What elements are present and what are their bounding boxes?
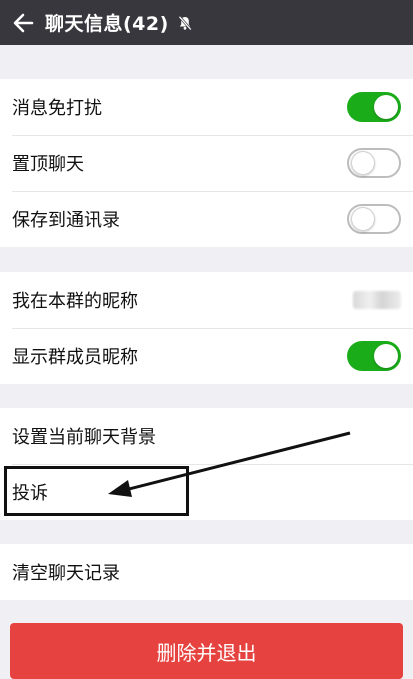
do-not-disturb-toggle[interactable] xyxy=(347,92,401,122)
settings-section-3: 设置当前聊天背景 投诉 xyxy=(0,408,413,520)
toggle-knob xyxy=(374,344,398,368)
save-to-contacts-label: 保存到通讯录 xyxy=(12,210,120,231)
row-do-not-disturb: 消息免打扰 xyxy=(0,79,413,135)
row-my-group-nickname[interactable]: 我在本群的昵称 xyxy=(0,272,413,328)
pin-chat-toggle[interactable] xyxy=(347,148,401,178)
title-bar: 聊天信息(42) xyxy=(0,0,413,45)
show-member-nicknames-label: 显示群成员昵称 xyxy=(12,347,138,368)
delete-and-exit-button[interactable]: 删除并退出 xyxy=(10,623,403,679)
settings-section-1: 消息免打扰 置顶聊天 保存到通讯录 xyxy=(0,79,413,247)
save-to-contacts-toggle[interactable] xyxy=(347,204,401,234)
row-clear-chat-history[interactable]: 清空聊天记录 xyxy=(0,544,413,600)
arrow-left-icon xyxy=(13,13,33,32)
show-member-nicknames-toggle[interactable] xyxy=(347,341,401,371)
set-chat-background-label: 设置当前聊天背景 xyxy=(12,427,156,448)
row-set-chat-background[interactable]: 设置当前聊天背景 xyxy=(0,408,413,464)
page-title: 聊天信息(42) xyxy=(45,13,169,35)
settings-section-2: 我在本群的昵称 显示群成员昵称 xyxy=(0,272,413,384)
row-pin-chat: 置顶聊天 xyxy=(0,135,413,191)
back-button[interactable] xyxy=(0,0,45,45)
row-show-member-nicknames: 显示群成员昵称 xyxy=(0,328,413,384)
my-group-nickname-label: 我在本群的昵称 xyxy=(12,291,138,312)
nickname-value-blurred xyxy=(353,291,401,309)
toggle-knob xyxy=(351,207,375,231)
pin-chat-label: 置顶聊天 xyxy=(12,154,84,175)
row-save-to-contacts: 保存到通讯录 xyxy=(0,191,413,247)
toggle-knob xyxy=(351,151,375,175)
toggle-knob xyxy=(374,95,398,119)
clear-chat-history-label: 清空聊天记录 xyxy=(12,563,120,584)
bell-off-icon xyxy=(178,15,192,30)
row-complaint[interactable]: 投诉 xyxy=(0,464,413,520)
complaint-label: 投诉 xyxy=(12,483,48,504)
title-group: 聊天信息(42) xyxy=(45,9,193,36)
settings-section-4: 清空聊天记录 xyxy=(0,544,413,600)
do-not-disturb-label: 消息免打扰 xyxy=(12,98,102,119)
